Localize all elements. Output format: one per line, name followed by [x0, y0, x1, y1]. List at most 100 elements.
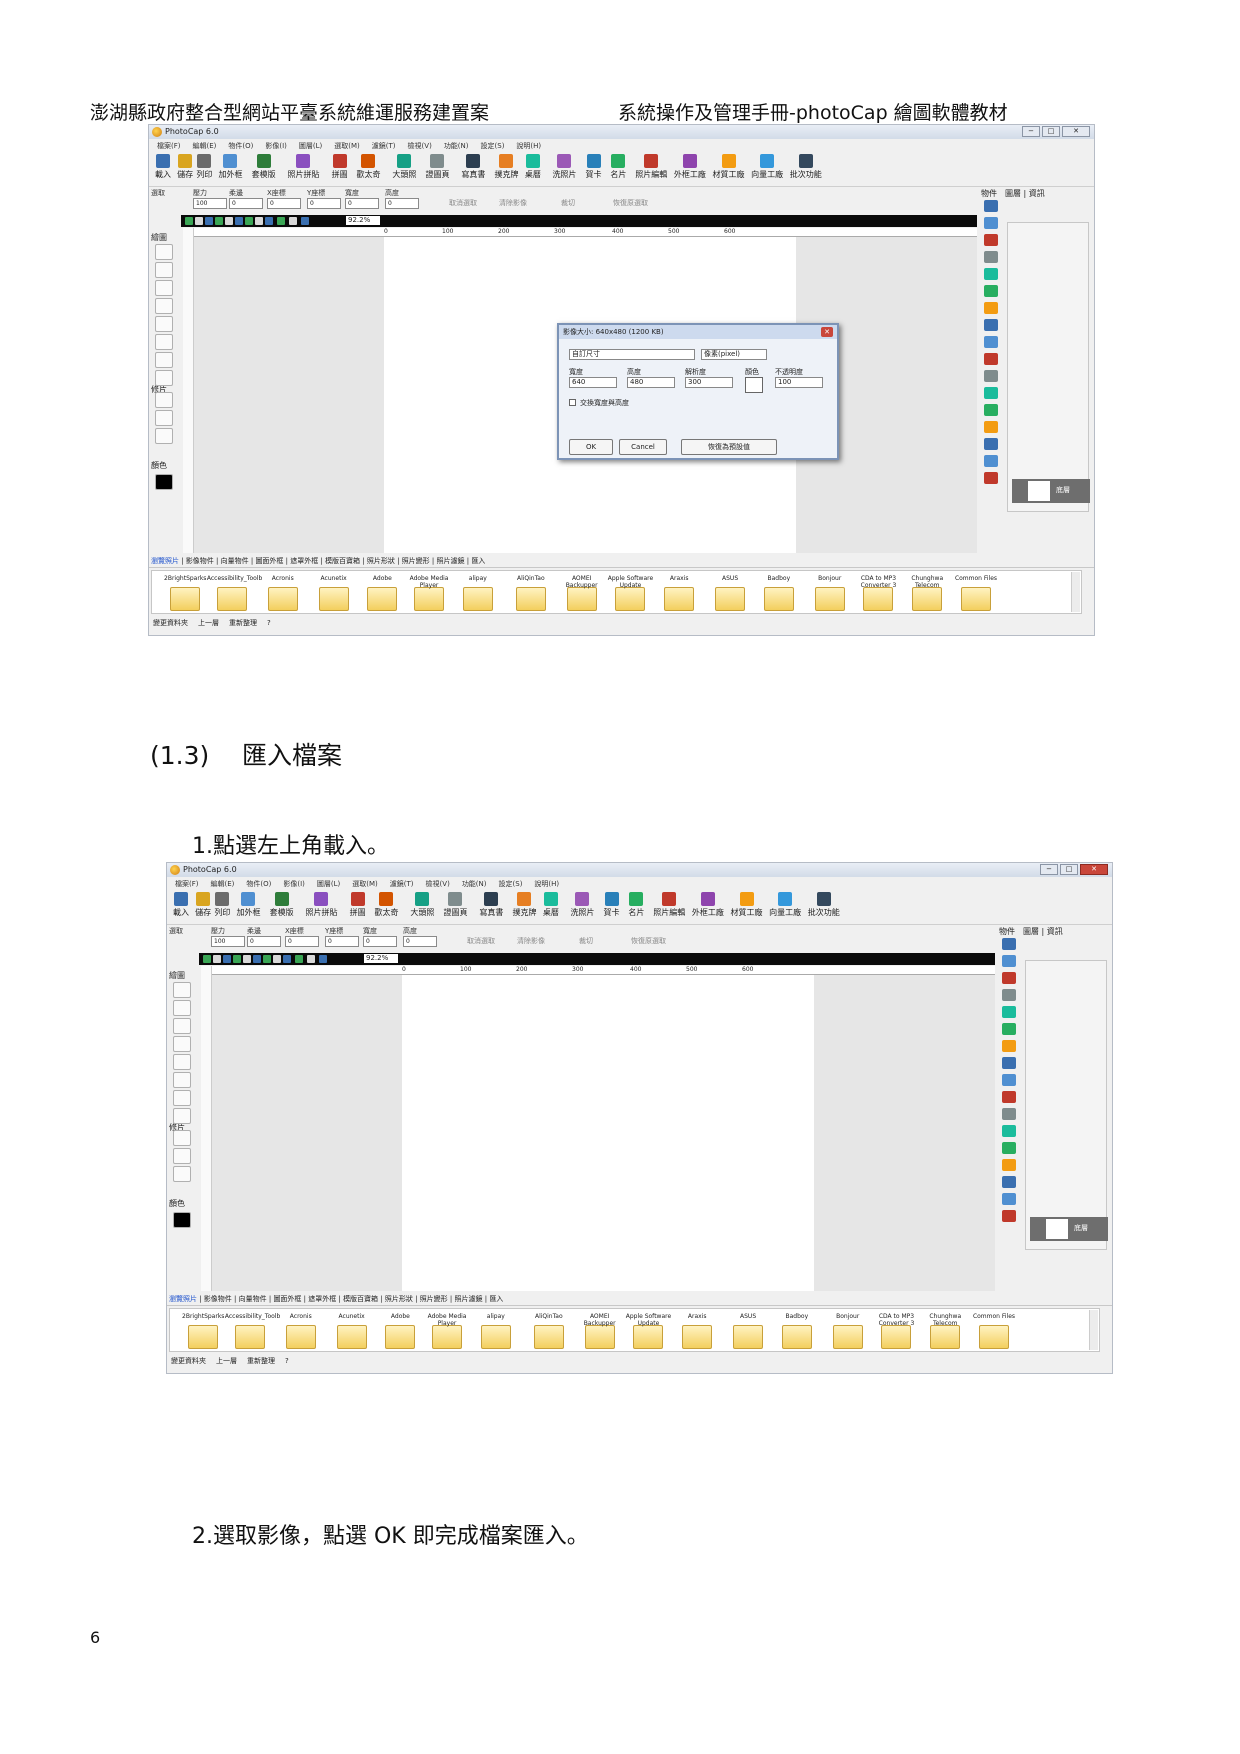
folder-item[interactable]: AOMEI Backupper	[557, 575, 607, 615]
folder-item[interactable]: Acronis	[258, 575, 308, 615]
minimize-button[interactable]: −	[1040, 864, 1058, 875]
folder-item[interactable]: AOMEI Backupper	[575, 1313, 625, 1353]
tool-icon[interactable]	[173, 1054, 191, 1070]
color-picker[interactable]	[745, 377, 763, 393]
refresh-button[interactable]: 重新整理	[247, 1357, 275, 1365]
toolbar-button[interactable]: 批次功能	[808, 891, 840, 918]
folder-item[interactable]: Chunghwa Telecom	[902, 575, 952, 615]
toolbar-button[interactable]: 大頭照	[392, 153, 416, 180]
folder-item[interactable]: CDA to MP3 Converter 3	[853, 575, 903, 615]
toolbar-button[interactable]: 材質工廠	[731, 891, 763, 918]
folder-item[interactable]: Apple Software Update	[623, 1313, 673, 1353]
folder-item[interactable]: Common Files	[969, 1313, 1019, 1353]
canvas-tool-icon[interactable]	[235, 217, 243, 225]
toolbar-button[interactable]: 列印	[214, 891, 230, 918]
folder-item[interactable]: Acunetix	[309, 575, 359, 615]
tool-icon[interactable]	[173, 1090, 191, 1106]
toolbar-button[interactable]: 載入	[155, 153, 171, 180]
folder-item[interactable]: ASUS	[723, 1313, 773, 1353]
object-tool-icon[interactable]	[1002, 1159, 1016, 1171]
browser-tab[interactable]: 遮罩外框	[290, 557, 318, 565]
folder-item[interactable]: Badboy	[754, 575, 804, 615]
tool-icon[interactable]	[155, 244, 173, 260]
change-folder-button[interactable]: 變更資料夾	[171, 1357, 206, 1365]
option-button[interactable]: 恢復原選取	[631, 936, 666, 946]
tool-icon[interactable]	[155, 280, 173, 296]
option-input[interactable]: 0	[285, 936, 319, 947]
toolbar-button[interactable]: 向量工廠	[751, 153, 783, 180]
menu-item[interactable]: 濾鏡(T)	[372, 140, 396, 152]
toolbar-button[interactable]: 材質工廠	[713, 153, 745, 180]
folder-item[interactable]: Acunetix	[327, 1313, 377, 1353]
browser-tab[interactable]: 模版百寶箱	[343, 1295, 378, 1303]
menu-item[interactable]: 檢視(V)	[426, 878, 450, 890]
folder-item[interactable]: 2BrightSparks	[178, 1313, 228, 1353]
browser-tab[interactable]: 照片濾鏡	[437, 557, 465, 565]
canvas-tool-icon[interactable]	[245, 217, 253, 225]
toolbar-button[interactable]: 名片	[628, 891, 644, 918]
canvas-tool-icon[interactable]	[289, 217, 297, 225]
toolbar-button[interactable]: 外框工廠	[692, 891, 724, 918]
tool-icon[interactable]	[155, 352, 173, 368]
field-input[interactable]: 100	[775, 377, 823, 388]
field-input[interactable]: 480	[627, 377, 675, 388]
object-tool-icon[interactable]	[1002, 955, 1016, 967]
toolbar-button[interactable]: 寫真書	[461, 153, 485, 180]
object-tool-icon[interactable]	[984, 370, 998, 382]
canvas-tool-icon[interactable]	[195, 217, 203, 225]
browser-tab[interactable]: 圖面外框	[255, 557, 283, 565]
tool-icon[interactable]	[173, 1072, 191, 1088]
menu-item[interactable]: 功能(N)	[444, 140, 469, 152]
menu-item[interactable]: 檔案(F)	[157, 140, 181, 152]
toolbar-button[interactable]: 撲克牌	[494, 153, 518, 180]
object-tool-icon[interactable]	[984, 472, 998, 484]
cancel-button[interactable]: Cancel	[619, 439, 667, 455]
canvas-tool-icon[interactable]	[319, 955, 327, 963]
toolbar-button[interactable]: 桌曆	[543, 891, 559, 918]
object-tool-icon[interactable]	[984, 302, 998, 314]
toolbar-button[interactable]: 列印	[196, 153, 212, 180]
tool-icon[interactable]	[173, 1148, 191, 1164]
canvas-tool-icon[interactable]	[225, 217, 233, 225]
menu-item[interactable]: 設定(S)	[499, 878, 523, 890]
object-tool-icon[interactable]	[1002, 1210, 1016, 1222]
tool-icon[interactable]	[173, 982, 191, 998]
layer-item[interactable]: 底層	[1012, 479, 1090, 503]
object-tool-icon[interactable]	[984, 285, 998, 297]
folder-item[interactable]: Chunghwa Telecom	[920, 1313, 970, 1353]
object-tool-icon[interactable]	[984, 387, 998, 399]
object-tool-icon[interactable]	[1002, 1006, 1016, 1018]
canvas-tool-icon[interactable]	[255, 217, 263, 225]
toolbar-button[interactable]: 歡太奇	[374, 891, 398, 918]
object-tool-icon[interactable]	[1002, 1176, 1016, 1188]
toolbar-button[interactable]: 儲存	[177, 153, 193, 180]
toolbar-button[interactable]: 歡太奇	[356, 153, 380, 180]
tool-icon[interactable]	[155, 410, 173, 426]
folder-scrollbar[interactable]	[1071, 572, 1080, 612]
tool-icon[interactable]	[173, 1130, 191, 1146]
canvas-tool-icon[interactable]	[253, 955, 261, 963]
folder-scrollbar[interactable]	[1089, 1310, 1098, 1350]
toolbar-button[interactable]: 洗照片	[552, 153, 576, 180]
change-folder-button[interactable]: 變更資料夾	[153, 619, 188, 627]
canvas-tool-icon[interactable]	[263, 955, 271, 963]
ok-button[interactable]: OK	[569, 439, 613, 455]
object-tool-icon[interactable]	[984, 251, 998, 263]
toolbar-button[interactable]: 照片編輯	[653, 891, 685, 918]
browser-tab[interactable]: 照片變形	[420, 1295, 448, 1303]
help-button[interactable]: ?	[267, 619, 271, 627]
object-tool-icon[interactable]	[984, 421, 998, 433]
toolbar-button[interactable]: 照片拼貼	[305, 891, 337, 918]
up-level-button[interactable]: 上一層	[198, 619, 219, 627]
reset-defaults-button[interactable]: 恢復為預設值	[681, 439, 777, 455]
object-tool-icon[interactable]	[984, 438, 998, 450]
folder-item[interactable]: Adobe	[375, 1313, 425, 1353]
tool-icon[interactable]	[173, 1036, 191, 1052]
object-tool-icon[interactable]	[984, 353, 998, 365]
object-tool-icon[interactable]	[1002, 1057, 1016, 1069]
tool-icon[interactable]	[155, 298, 173, 314]
toolbar-button[interactable]: 賀卡	[586, 153, 602, 180]
tool-icon[interactable]	[155, 316, 173, 332]
folder-item[interactable]: alipay	[471, 1313, 521, 1353]
dialog-close-button[interactable]: ✕	[821, 327, 833, 337]
